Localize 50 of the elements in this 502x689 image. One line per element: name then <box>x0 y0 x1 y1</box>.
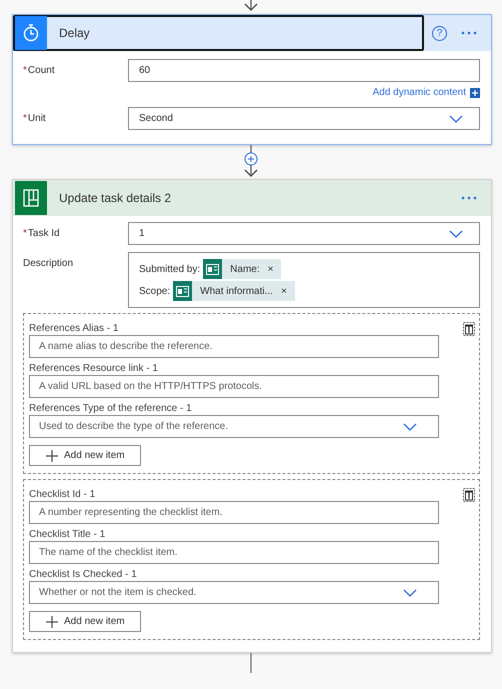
more-options-icon[interactable] <box>461 196 477 200</box>
chevron-down-icon <box>449 114 463 122</box>
field-text: Submitted by: <box>139 262 200 276</box>
dropdown-field[interactable]: Second <box>128 107 480 130</box>
card-title-bar[interactable]: Delay <box>13 15 424 51</box>
input-field[interactable]: 60 <box>128 59 480 82</box>
dynamic-token[interactable]: What informati... × <box>173 281 295 301</box>
remove-token-button[interactable]: × <box>280 284 295 298</box>
field-label: Checklist Is Checked - 1 <box>29 568 138 581</box>
form-icon <box>206 264 220 274</box>
add-item-button[interactable]: Add new item <box>29 611 141 632</box>
input-field[interactable]: A number representing the checklist item. <box>29 501 439 524</box>
help-button[interactable]: ? <box>432 26 447 40</box>
card-title: Update task details 2 <box>58 190 172 207</box>
card-header[interactable]: Delay ? <box>13 15 491 51</box>
add-icon <box>470 88 480 98</box>
field-label: *Task Id <box>23 227 61 241</box>
connector-line <box>250 653 252 673</box>
board-icon <box>23 189 39 207</box>
input-field[interactable]: A name alias to describe the reference. <box>29 335 439 358</box>
field-label: Checklist Title - 1 <box>29 528 106 541</box>
input-field[interactable]: A valid URL based on the HTTP/HTTPS protocols. <box>29 375 439 398</box>
field-label: References Resource link - 1 <box>29 362 159 375</box>
field-text: Scope: <box>139 284 170 298</box>
form-icon <box>176 286 190 296</box>
field-label: Checklist Id - 1 <box>29 488 96 501</box>
field-label: Description <box>23 257 74 271</box>
field-label: References Type of the reference - 1 <box>29 402 193 415</box>
expression-field[interactable]: Submitted by: Name: × Scope: What informati... × <box>128 252 480 308</box>
input-field[interactable]: The name of the checklist item. <box>29 541 439 564</box>
dropdown-field[interactable]: Whether or not the item is checked. <box>29 581 439 604</box>
chevron-down-icon <box>403 588 417 596</box>
chevron-down-icon <box>449 230 463 238</box>
chevron-down-icon <box>403 422 417 430</box>
dropdown-field[interactable]: 1 <box>128 222 480 245</box>
delete-icon[interactable] <box>463 488 475 502</box>
dynamic-content-link[interactable]: Add dynamic content <box>372 85 466 100</box>
field-label: References Alias - 1 <box>29 322 120 335</box>
card-title: Delay <box>58 25 90 42</box>
dynamic-token[interactable]: Name: × <box>203 259 282 279</box>
field-label: *Count <box>23 64 56 78</box>
more-options-icon[interactable] <box>461 31 477 35</box>
plus-icon <box>46 616 58 628</box>
plus-icon <box>46 450 58 462</box>
add-item-button[interactable]: Add new item <box>29 445 141 466</box>
field-label: *Unit <box>23 112 47 126</box>
remove-token-button[interactable]: × <box>268 262 282 276</box>
delete-icon[interactable] <box>463 322 475 336</box>
stopwatch-icon <box>23 24 39 42</box>
dropdown-field[interactable]: Used to describe the type of the reference. <box>29 415 439 438</box>
